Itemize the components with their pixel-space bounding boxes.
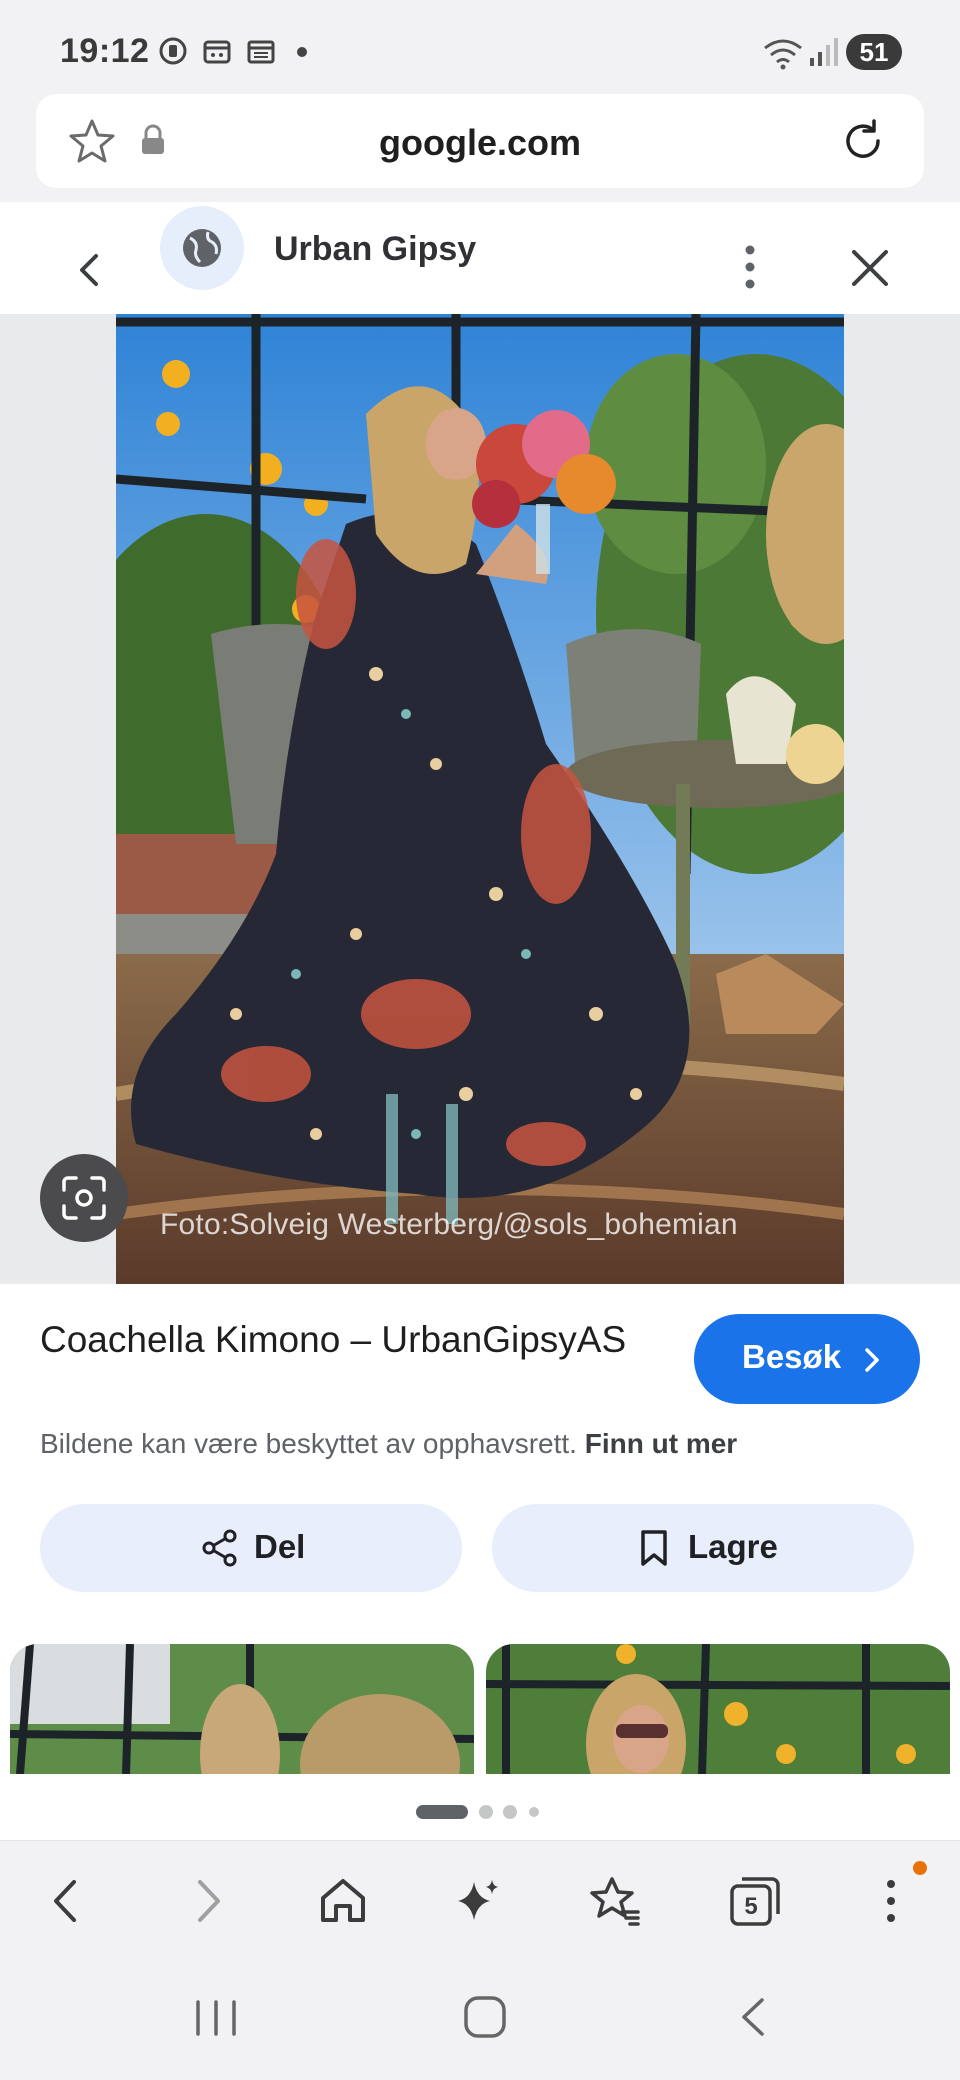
wifi-icon bbox=[764, 39, 802, 70]
related-photo-2 bbox=[486, 1644, 950, 1774]
notification-icon bbox=[159, 37, 187, 65]
carousel-dots bbox=[416, 1805, 539, 1819]
bookmark-star-icon[interactable] bbox=[588, 1874, 642, 1928]
status-time: 19:12 bbox=[60, 32, 150, 70]
recent-apps-icon[interactable] bbox=[190, 1996, 242, 2040]
bookmark-icon bbox=[641, 1530, 667, 1566]
calendar-icon bbox=[247, 40, 275, 64]
back-icon[interactable] bbox=[70, 250, 110, 290]
photo-credit: Foto:Solveig Westerberg/@sols_bohemian bbox=[160, 1208, 738, 1241]
battery-level: 51 bbox=[859, 37, 889, 67]
carousel-dot-active bbox=[416, 1805, 468, 1819]
status-bar: 19:12 51 bbox=[0, 0, 960, 96]
calendar-icon bbox=[203, 40, 231, 64]
home-icon[interactable] bbox=[316, 1874, 370, 1928]
home-nav-icon[interactable] bbox=[462, 1994, 508, 2040]
share-label: Del bbox=[254, 1528, 306, 1565]
signal-icon bbox=[810, 38, 838, 66]
url-text[interactable]: google.com bbox=[36, 122, 924, 164]
forward-icon[interactable] bbox=[180, 1874, 234, 1928]
related-image-2[interactable] bbox=[486, 1644, 950, 1774]
site-name[interactable]: Urban Gipsy bbox=[274, 230, 476, 269]
save-label: Lagre bbox=[688, 1528, 778, 1565]
result-photo bbox=[116, 314, 844, 1284]
carousel-dot bbox=[529, 1807, 539, 1817]
back-icon[interactable] bbox=[40, 1874, 94, 1928]
share-icon bbox=[202, 1529, 237, 1567]
lens-search-button[interactable] bbox=[40, 1154, 128, 1242]
copyright-notice: Bildene kan være beskyttet av opphavsret… bbox=[40, 1428, 737, 1460]
share-button[interactable]: Del bbox=[40, 1504, 462, 1592]
globe-icon bbox=[183, 229, 221, 267]
carousel-dot bbox=[479, 1805, 493, 1819]
tabs-count: 5 bbox=[744, 1893, 758, 1920]
reload-icon[interactable] bbox=[838, 116, 888, 166]
address-bar[interactable]: google.com bbox=[36, 94, 924, 188]
back-nav-icon[interactable] bbox=[736, 1994, 770, 2040]
dot-icon bbox=[297, 47, 307, 57]
more-icon[interactable] bbox=[730, 242, 770, 292]
result-header: Urban Gipsy bbox=[0, 202, 960, 314]
learn-more-link[interactable]: Finn ut mer bbox=[585, 1428, 737, 1459]
copyright-text: Bildene kan være beskyttet av opphavsret… bbox=[40, 1428, 577, 1459]
result-title[interactable]: Coachella Kimono – UrbanGipsyAS bbox=[40, 1314, 660, 1366]
related-image-1[interactable] bbox=[10, 1644, 474, 1774]
site-favicon bbox=[160, 206, 244, 290]
notification-dot bbox=[913, 1861, 927, 1875]
tabs-button[interactable]: 5 bbox=[728, 1874, 782, 1928]
save-button[interactable]: Lagre bbox=[492, 1504, 914, 1592]
close-icon[interactable] bbox=[848, 246, 892, 290]
more-icon[interactable] bbox=[864, 1874, 918, 1928]
chevron-right-icon bbox=[865, 1348, 879, 1372]
lens-icon bbox=[62, 1176, 106, 1220]
visit-button[interactable]: Besøk bbox=[694, 1314, 920, 1404]
carousel-dot bbox=[503, 1805, 517, 1819]
visit-label: Besøk bbox=[742, 1338, 842, 1375]
sparkle-icon[interactable] bbox=[452, 1874, 506, 1928]
battery-icon: 51 bbox=[846, 34, 902, 70]
related-photo-1 bbox=[10, 1644, 474, 1774]
result-image[interactable] bbox=[116, 314, 844, 1284]
